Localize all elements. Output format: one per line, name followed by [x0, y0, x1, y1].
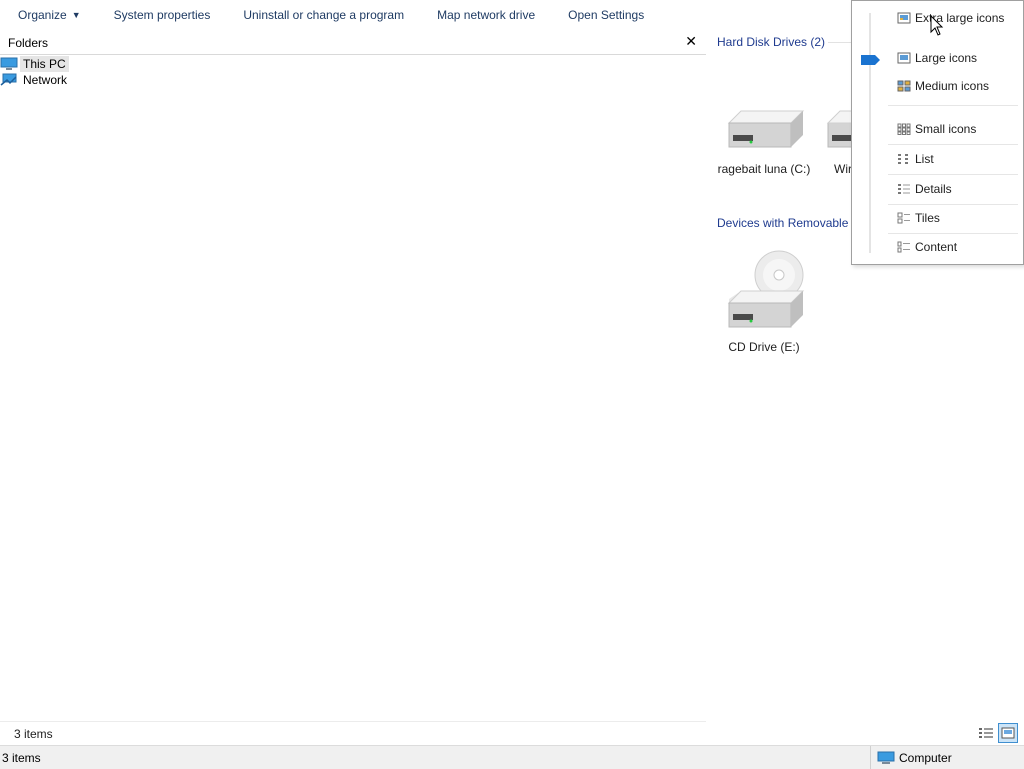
list-icon [898, 154, 908, 164]
small-icons-icon [897, 123, 911, 135]
menu-item-tiles[interactable]: Tiles [897, 208, 1021, 228]
status-bar: 3 items Computer [0, 745, 1024, 769]
details-icon [979, 728, 993, 738]
menu-separator [888, 204, 1018, 205]
large-icons-icon [1001, 727, 1015, 739]
drive-label: ragebait luna (C:) [717, 162, 811, 176]
menu-separator [888, 105, 1018, 106]
menu-item-small-icons[interactable]: Small icons [897, 119, 1021, 139]
details-icon [898, 184, 910, 194]
open-settings-button[interactable]: Open Settings [550, 0, 659, 30]
drive-e-cd[interactable]: CD Drive (E:) [714, 247, 814, 354]
status-item-count: 3 items [2, 750, 41, 765]
system-properties-button[interactable]: System properties [96, 0, 226, 30]
folder-tree: This PC Network [0, 56, 706, 88]
tiles-icon [897, 212, 910, 224]
drive-c[interactable]: ragebait luna (C:) [714, 109, 814, 176]
medium-icons-icon [897, 80, 911, 92]
large-icons-view-button[interactable] [998, 723, 1018, 743]
group-header-removable-storage[interactable]: Devices with Removable S [717, 216, 860, 230]
tree-label: This PC [20, 56, 69, 72]
group-header-hard-disk-drives[interactable]: Hard Disk Drives (2) [717, 35, 825, 49]
tree-item-network[interactable]: Network [0, 72, 706, 88]
cd-drive-icon [727, 250, 805, 328]
folders-title: Folders [8, 35, 49, 50]
menu-item-large-icons[interactable]: Large icons [897, 48, 1021, 68]
tree-label: Network [23, 73, 68, 87]
menu-item-content[interactable]: Content [897, 237, 1021, 257]
computer-icon [0, 57, 18, 70]
view-toggles [976, 723, 1018, 743]
folders-pane-footer: 3 items [0, 721, 706, 746]
folders-pane-header: Folders ✕ [0, 31, 706, 55]
menu-item-details[interactable]: Details [897, 179, 1021, 199]
details-view-button[interactable] [976, 723, 996, 743]
menu-item-extra-large-icons[interactable]: Extra large icons [897, 8, 1021, 28]
view-menu: Extra large icons Large icons Medium ico… [851, 0, 1024, 265]
slider-thumb-icon[interactable] [861, 54, 881, 69]
status-zone: Computer [870, 746, 952, 769]
view-size-slider[interactable] [869, 13, 871, 253]
extra-large-icons-icon [897, 12, 911, 24]
map-network-drive-button[interactable]: Map network drive [419, 0, 550, 30]
organize-label: Organize [18, 8, 67, 22]
menu-item-medium-icons[interactable]: Medium icons [897, 76, 1021, 96]
content-icon [897, 241, 910, 253]
hard-drive-icon [727, 110, 805, 148]
menu-separator [888, 144, 1018, 145]
organize-button[interactable]: Organize ▼ [0, 0, 96, 30]
mouse-cursor-icon [930, 15, 944, 36]
network-icon [0, 73, 17, 86]
menu-separator [888, 233, 1018, 234]
folder-item-count: 3 items [14, 727, 53, 741]
computer-icon [877, 751, 895, 764]
menu-separator [888, 174, 1018, 175]
drive-label: CD Drive (E:) [728, 340, 800, 354]
close-icon[interactable]: ✕ [685, 34, 697, 50]
menu-item-list[interactable]: List [897, 149, 1021, 169]
large-icons-icon [897, 52, 911, 64]
uninstall-program-button[interactable]: Uninstall or change a program [225, 0, 419, 30]
tree-item-this-pc[interactable]: This PC [0, 56, 706, 72]
status-zone-label: Computer [899, 750, 952, 765]
caret-down-icon: ▼ [71, 10, 81, 20]
